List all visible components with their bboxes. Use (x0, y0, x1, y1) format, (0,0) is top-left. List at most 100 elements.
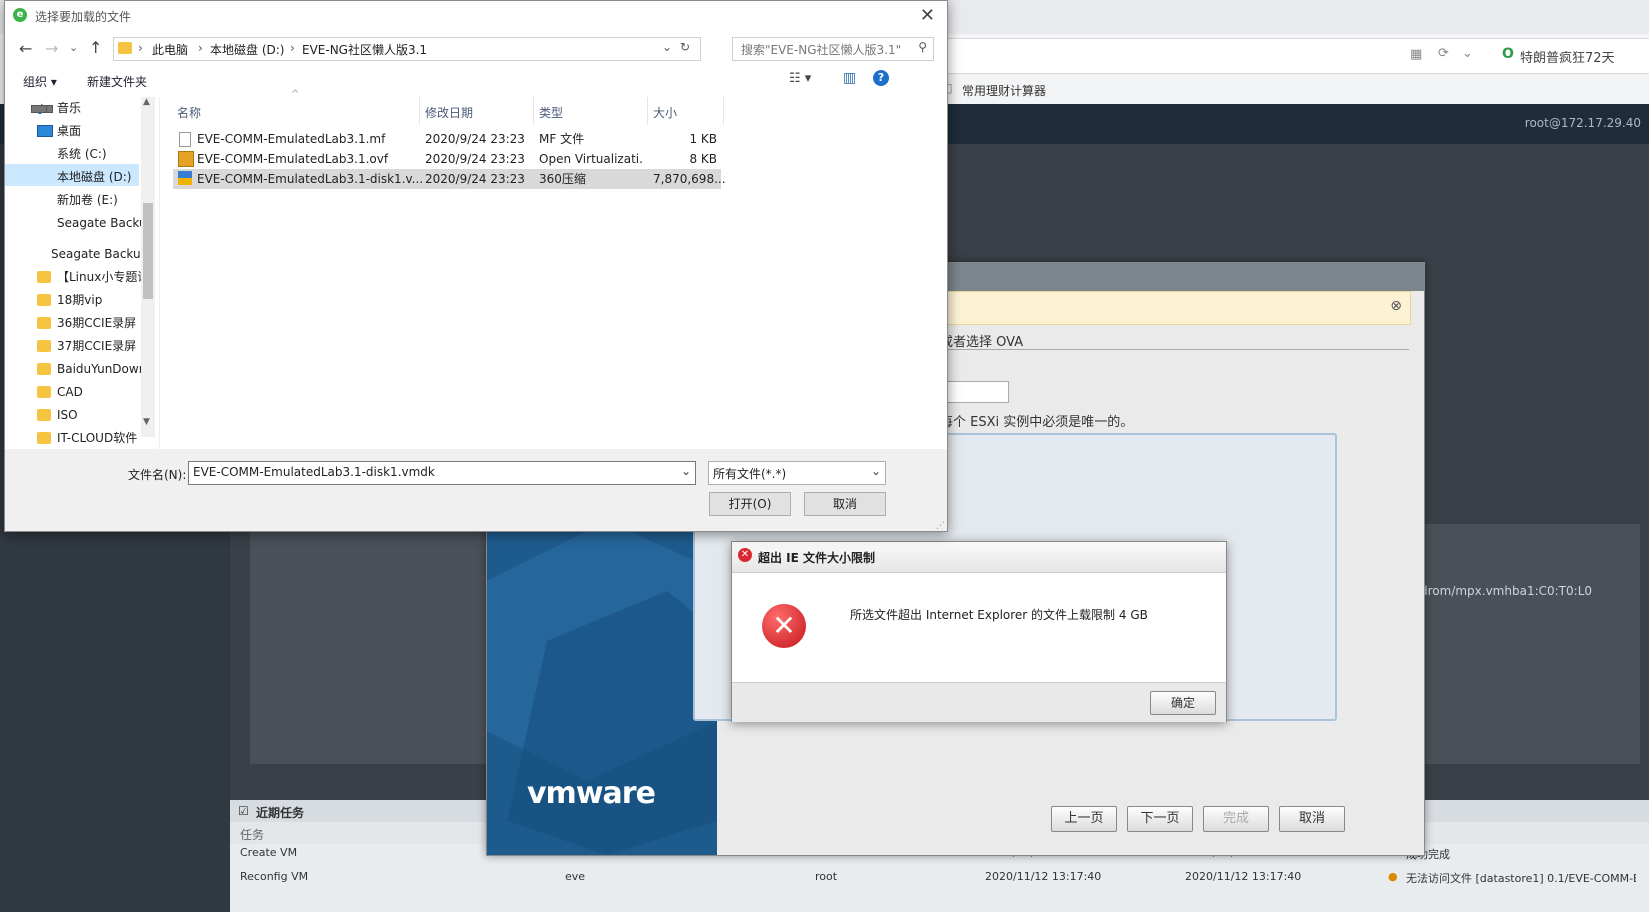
vmware-logo: vmware (527, 776, 656, 811)
nav-item[interactable]: 新加卷 (E:) (57, 189, 141, 211)
nav-item[interactable]: 37期CCIE录屏 (57, 335, 141, 357)
breadcrumb-folder[interactable]: EVE-NG社区懒人版3.1 (302, 41, 427, 58)
error-dialog-footer: 确定 (732, 682, 1226, 722)
bookmark-item[interactable]: 常用理财计算器 (962, 82, 1046, 99)
nav-item[interactable]: IT-CLOUD软件 (57, 427, 141, 449)
col-task[interactable]: 任务 (240, 826, 264, 843)
filename-value: EVE-COMM-EmulatedLab3.1-disk1.vmdk (193, 465, 435, 479)
nav-item[interactable]: 本地磁盘 (D:) (57, 166, 141, 188)
browser-address-bar[interactable]: ▦ ⟳ ⌄ O 特朗普疯狂72天 (940, 38, 1649, 74)
nav-item[interactable]: 音乐 (57, 97, 141, 119)
file-row[interactable]: EVE-COMM-EmulatedLab3.1.mf 2020/9/24 23:… (173, 129, 753, 149)
file-type: Open Virtualizati... (539, 152, 643, 166)
address-bar[interactable]: › 此电脑 › 本地磁盘 (D:) › EVE-NG社区懒人版3.1 ⌄ ↻ (113, 37, 701, 61)
back-arrow-icon[interactable]: ← (19, 39, 32, 58)
new-folder-button[interactable]: 新建文件夹 (87, 73, 147, 90)
close-icon[interactable]: ✕ (920, 5, 935, 26)
drive-icon (31, 105, 47, 113)
ie-size-limit-dialog: ✕ 超出 IE 文件大小限制 ✕ 所选文件超出 Internet Explore… (731, 541, 1227, 722)
col-divider[interactable] (723, 97, 724, 125)
folder-icon (37, 271, 51, 283)
col-divider[interactable] (419, 97, 420, 125)
wizard-cancel-button[interactable]: 取消 (1279, 806, 1345, 832)
col-size[interactable]: 大小 (653, 101, 677, 125)
nav-item[interactable]: 36期CCIE录屏 (57, 312, 141, 334)
up-arrow-icon[interactable]: ↑ (89, 38, 102, 57)
nav-item[interactable]: 系统 (C:) (57, 143, 141, 165)
nav-scrollbar[interactable]: ▲ ▼ (141, 97, 155, 437)
banner-close-icon[interactable]: ⊗ (1390, 298, 1402, 314)
task-row[interactable]: Reconfig VM eve root 2020/11/12 13:17:40… (240, 870, 1640, 892)
filename-input[interactable]: EVE-COMM-EmulatedLab3.1-disk1.vmdk ⌄ (188, 461, 696, 485)
archive-icon (178, 171, 192, 185)
scroll-thumb[interactable] (143, 203, 153, 299)
recent-locations-icon[interactable]: ⌄ (69, 41, 78, 54)
back-button[interactable]: 上一页 (1051, 806, 1117, 832)
folder-icon (118, 42, 132, 54)
file-dialog-footer: 文件名(N): EVE-COMM-EmulatedLab3.1-disk1.vm… (5, 449, 947, 531)
file-row[interactable]: EVE-COMM-EmulatedLab3.1.ovf 2020/9/24 23… (173, 149, 753, 169)
col-divider[interactable] (533, 97, 534, 125)
col-name[interactable]: 名称 (177, 101, 201, 125)
folder-icon (37, 340, 51, 352)
grid-icon[interactable]: ▦ (1410, 47, 1422, 62)
tasks-title: 近期任务 (256, 806, 305, 820)
search-icon[interactable]: ⚲ (918, 40, 927, 54)
file-date: 2020/9/24 23:23 (425, 132, 525, 146)
filename-label: 文件名(N): (128, 468, 187, 482)
file-icon (179, 132, 191, 147)
scroll-down-icon[interactable]: ▼ (143, 417, 150, 427)
organize-menu[interactable]: 组织 ▾ (23, 73, 57, 90)
chevron-down-icon[interactable]: ⌄ (662, 40, 672, 54)
col-type[interactable]: 类型 (539, 101, 563, 125)
error-dialog-title: 超出 IE 文件大小限制 (758, 551, 876, 565)
next-button[interactable]: 下一页 (1127, 806, 1193, 832)
warning-icon: ● (1388, 870, 1398, 883)
cancel-button[interactable]: 取消 (804, 492, 886, 516)
refresh-browser-icon[interactable]: ⟳ (1438, 46, 1449, 61)
open-button[interactable]: 打开(O) (709, 492, 791, 516)
chevron-down-icon[interactable]: ⌄ (1462, 46, 1473, 61)
help-icon[interactable]: ? (873, 70, 889, 86)
task-user: root (815, 870, 838, 883)
finish-button[interactable]: 完成 (1203, 806, 1269, 832)
resize-grip-icon[interactable]: ⋰ (936, 521, 945, 531)
chevron-down-icon[interactable]: ⌄ (681, 464, 691, 478)
col-divider[interactable] (647, 97, 648, 125)
folder-icon (37, 432, 51, 444)
filetype-select[interactable]: 所有文件(*.*) ⌄ (708, 461, 886, 485)
forward-arrow-icon[interactable]: → (45, 39, 58, 58)
file-row-selected[interactable]: EVE-COMM-EmulatedLab3.1-disk1.v... 2020/… (173, 169, 726, 189)
error-small-icon: ✕ (738, 548, 752, 562)
refresh-icon[interactable]: ↻ (680, 40, 690, 54)
user-menu[interactable]: root@172.17.29.40 (1525, 116, 1641, 130)
search-suggestion[interactable]: 特朗普疯狂72天 (1520, 47, 1615, 66)
file-type: MF 文件 (539, 132, 585, 146)
ok-button[interactable]: 确定 (1150, 691, 1216, 715)
col-date[interactable]: 修改日期 (425, 101, 473, 125)
breadcrumb-this-pc[interactable]: 此电脑 (152, 41, 188, 58)
nav-item[interactable]: BaiduYunDown (57, 358, 141, 380)
file-size: 1 KB (689, 132, 717, 146)
file-open-dialog: e 选择要加载的文件 ✕ ← → ⌄ ↑ › 此电脑 › 本地磁盘 (D:) ›… (4, 0, 948, 532)
view-options-icon[interactable]: ☷ ▾ (789, 71, 811, 86)
preview-pane-icon[interactable]: ▥ (843, 70, 856, 86)
nav-item[interactable]: 【Linux小专题课 (57, 266, 141, 288)
search-engine-icon[interactable]: O (1502, 46, 1514, 62)
nav-item[interactable]: 18期vip (57, 289, 141, 311)
nav-item[interactable]: Seagate Backu (57, 212, 141, 234)
error-dialog-titlebar: ✕ 超出 IE 文件大小限制 (732, 542, 1226, 573)
error-message: 所选文件超出 Internet Explorer 的文件上载限制 4 GB (850, 608, 1148, 622)
package-icon (178, 151, 194, 167)
scroll-up-icon[interactable]: ▲ (143, 97, 150, 107)
task-target[interactable]: eve (565, 870, 585, 883)
nav-item[interactable]: 桌面 (57, 120, 141, 142)
breadcrumb-drive-d[interactable]: 本地磁盘 (D:) (210, 41, 284, 58)
file-dialog-title: 选择要加载的文件 (35, 10, 132, 24)
nav-item[interactable]: Seagate Backup (51, 243, 141, 265)
nav-item[interactable]: ISO (57, 404, 141, 426)
search-input[interactable]: 搜索"EVE-NG社区懒人版3.1" ⚲ (732, 37, 934, 61)
nav-item[interactable]: CAD (57, 381, 141, 403)
chevron-down-icon[interactable]: ⌄ (871, 464, 881, 478)
task-queued: 2020/11/12 13:17:40 (985, 870, 1102, 883)
